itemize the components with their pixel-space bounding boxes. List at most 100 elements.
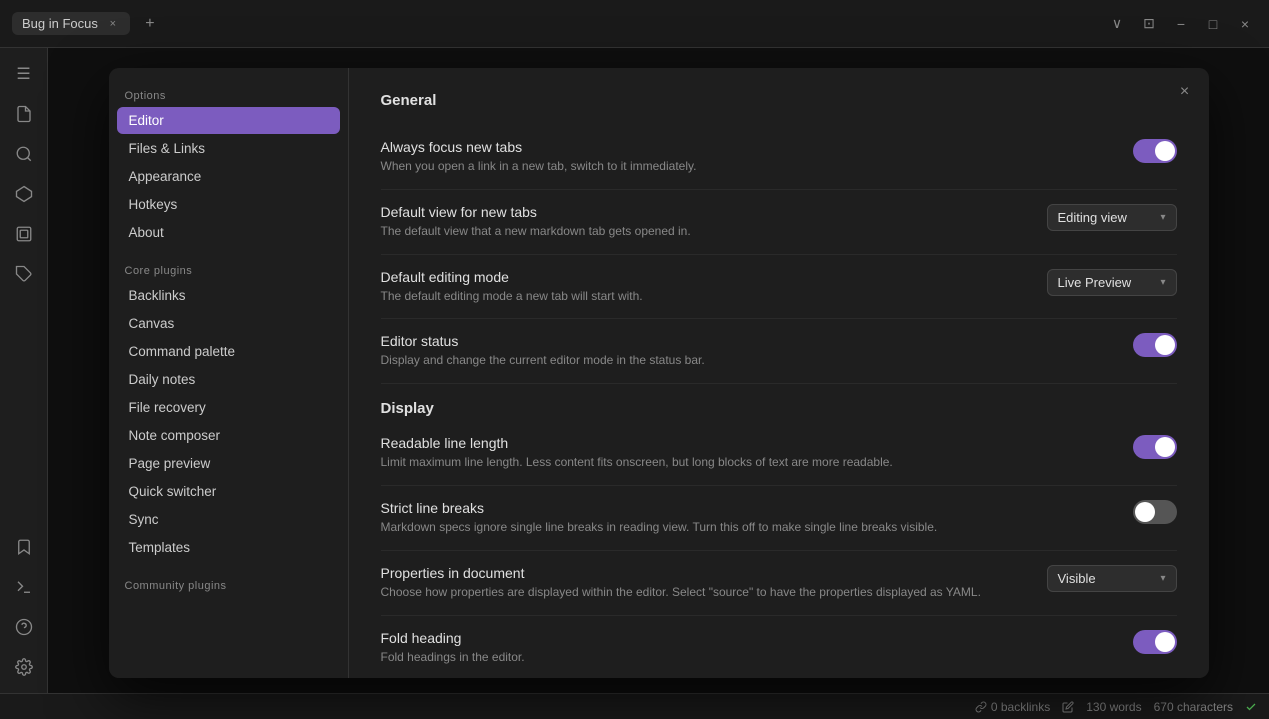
sidebar-item-files-links[interactable]: Files & Links: [117, 135, 340, 162]
setting-desc-properties: Choose how properties are displayed with…: [381, 584, 1023, 601]
setting-desc-fold-heading: Fold headings in the editor.: [381, 649, 1109, 666]
setting-name-properties: Properties in document: [381, 565, 1023, 581]
setting-info-default-view: Default view for new tabs The default vi…: [381, 204, 1047, 240]
setting-name-strict-line: Strict line breaks: [381, 500, 1109, 516]
setting-name-default-view: Default view for new tabs: [381, 204, 1023, 220]
setting-control-default-view: Editing view ▾: [1047, 204, 1177, 231]
setting-default-view: Default view for new tabs The default vi…: [381, 190, 1177, 255]
setting-desc-default-view: The default view that a new markdown tab…: [381, 223, 1023, 240]
icon-sidebar: ☰: [0, 48, 48, 693]
dropdown-icon[interactable]: ∨: [1105, 12, 1129, 36]
settings-icon[interactable]: [6, 649, 42, 685]
sidebar-item-about[interactable]: About: [117, 219, 340, 246]
dropdown-properties[interactable]: Visible ▾: [1047, 565, 1177, 592]
settings-content: General Always focus new tabs When you o…: [349, 68, 1209, 678]
content-area: × Options Editor Files & Links Appearanc…: [48, 48, 1269, 693]
setting-control-properties: Visible ▾: [1047, 565, 1177, 592]
setting-control-editor-status: [1133, 333, 1177, 357]
setting-name-readable-line: Readable line length: [381, 435, 1109, 451]
tab-close-button[interactable]: ×: [106, 17, 120, 31]
settings-sidebar: Options Editor Files & Links Appearance …: [109, 68, 349, 678]
sidebar-item-canvas[interactable]: Canvas: [117, 310, 340, 337]
minimize-button[interactable]: −: [1169, 12, 1193, 36]
toggle-readable-line[interactable]: [1133, 435, 1177, 459]
dropdown-default-view[interactable]: Editing view ▾: [1047, 204, 1177, 231]
sidebar-item-templates[interactable]: Templates: [117, 534, 340, 561]
sidebar-item-quick-switcher[interactable]: Quick switcher: [117, 478, 340, 505]
core-plugins-section-label: Core plugins: [117, 259, 340, 281]
statusbar-sync: [1245, 701, 1257, 713]
setting-info-editing-mode: Default editing mode The default editing…: [381, 269, 1047, 305]
sidebar-item-hotkeys[interactable]: Hotkeys: [117, 191, 340, 218]
tags-icon[interactable]: [6, 256, 42, 292]
toggle-fold-heading[interactable]: [1133, 630, 1177, 654]
new-tab-button[interactable]: +: [138, 12, 162, 36]
toggle-always-focus[interactable]: [1133, 139, 1177, 163]
setting-info-strict-line: Strict line breaks Markdown specs ignore…: [381, 500, 1133, 536]
toggle-knob-readable-line: [1155, 437, 1175, 457]
statusbar: 0 backlinks 130 words 670 characters: [0, 693, 1269, 719]
bookmarks-icon[interactable]: [6, 529, 42, 565]
active-tab[interactable]: Bug in Focus ×: [12, 12, 130, 35]
statusbar-backlinks[interactable]: 0 backlinks: [975, 700, 1050, 714]
setting-info-always-focus: Always focus new tabs When you open a li…: [381, 139, 1133, 175]
modal-body: Options Editor Files & Links Appearance …: [109, 68, 1209, 678]
sidebar-item-command-palette[interactable]: Command palette: [117, 338, 340, 365]
sidebar-item-appearance[interactable]: Appearance: [117, 163, 340, 190]
setting-always-focus-new-tabs: Always focus new tabs When you open a li…: [381, 125, 1177, 190]
setting-name-editing-mode: Default editing mode: [381, 269, 1023, 285]
toggle-editor-status[interactable]: [1133, 333, 1177, 357]
dropdown-editing-mode[interactable]: Live Preview ▾: [1047, 269, 1177, 296]
char-count: 670 characters: [1154, 700, 1233, 714]
split-view-icon[interactable]: ⊡: [1137, 12, 1161, 36]
toggle-knob-always-focus: [1155, 141, 1175, 161]
settings-modal: × Options Editor Files & Links Appearanc…: [109, 68, 1209, 678]
toggle-knob-strict-line: [1135, 502, 1155, 522]
sidebar-item-file-recovery[interactable]: File recovery: [117, 394, 340, 421]
sidebar-item-editor[interactable]: Editor: [117, 107, 340, 134]
toggle-strict-line[interactable]: [1133, 500, 1177, 524]
help-icon[interactable]: [6, 609, 42, 645]
terminal-icon[interactable]: [6, 569, 42, 605]
setting-properties-document: Properties in document Choose how proper…: [381, 551, 1177, 616]
modal-close-button[interactable]: ×: [1173, 80, 1197, 104]
sidebar-item-backlinks[interactable]: Backlinks: [117, 282, 340, 309]
setting-strict-line-breaks: Strict line breaks Markdown specs ignore…: [381, 486, 1177, 551]
chevron-down-icon-3: ▾: [1160, 573, 1165, 584]
statusbar-characters: 670 characters: [1154, 700, 1233, 714]
search-icon[interactable]: [6, 136, 42, 172]
setting-name-editor-status: Editor status: [381, 333, 1109, 349]
sidebar-toggle-icon[interactable]: ☰: [6, 56, 42, 92]
toggle-knob-fold-heading: [1155, 632, 1175, 652]
sidebar-item-page-preview[interactable]: Page preview: [117, 450, 340, 477]
window-controls: ∨ ⊡ − □ ×: [1105, 12, 1257, 36]
word-count: 130 words: [1086, 700, 1141, 714]
statusbar-words: 130 words: [1086, 700, 1141, 714]
vault-icon[interactable]: [6, 216, 42, 252]
file-icon[interactable]: [6, 96, 42, 132]
maximize-button[interactable]: □: [1201, 12, 1225, 36]
options-section-label: Options: [117, 84, 340, 106]
sidebar-item-note-composer[interactable]: Note composer: [117, 422, 340, 449]
setting-name-fold-heading: Fold heading: [381, 630, 1109, 646]
titlebar: Bug in Focus × + ∨ ⊡ − □ ×: [0, 0, 1269, 48]
backlinks-count: 0 backlinks: [991, 700, 1050, 714]
setting-info-readable-line: Readable line length Limit maximum line …: [381, 435, 1133, 471]
setting-control-strict-line: [1133, 500, 1177, 524]
setting-desc-always-focus: When you open a link in a new tab, switc…: [381, 158, 1109, 175]
sidebar-item-daily-notes[interactable]: Daily notes: [117, 366, 340, 393]
setting-name-always-focus: Always focus new tabs: [381, 139, 1109, 155]
setting-desc-strict-line: Markdown specs ignore single line breaks…: [381, 519, 1109, 536]
setting-readable-line-length: Readable line length Limit maximum line …: [381, 421, 1177, 486]
community-plugins-section-label: Community plugins: [117, 574, 340, 596]
setting-info-editor-status: Editor status Display and change the cur…: [381, 333, 1133, 369]
sidebar-item-sync[interactable]: Sync: [117, 506, 340, 533]
setting-control-editing-mode: Live Preview ▾: [1047, 269, 1177, 296]
dropdown-properties-value: Visible: [1058, 571, 1096, 586]
setting-control-fold-heading: [1133, 630, 1177, 654]
close-window-button[interactable]: ×: [1233, 12, 1257, 36]
modal-backdrop: × Options Editor Files & Links Appearanc…: [48, 48, 1269, 693]
dropdown-default-view-value: Editing view: [1058, 210, 1127, 225]
chevron-down-icon-2: ▾: [1160, 277, 1165, 288]
graph-icon[interactable]: [6, 176, 42, 212]
